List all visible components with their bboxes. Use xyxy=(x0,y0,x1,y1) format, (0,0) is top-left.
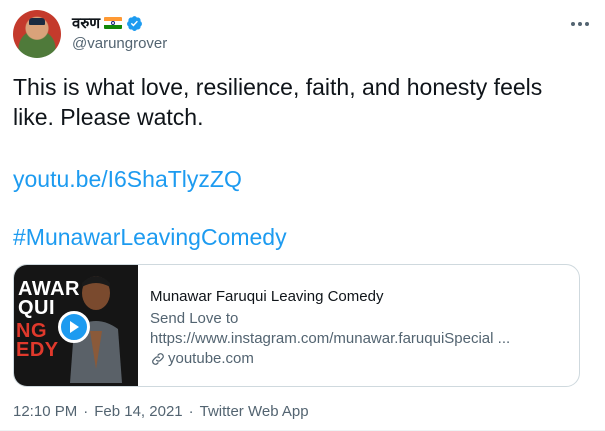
tweet-hashtag[interactable]: #MunawarLeavingComedy xyxy=(13,224,287,251)
display-name-row: वरुण xyxy=(72,13,167,33)
tweet-time[interactable]: 12:10 PM xyxy=(13,403,77,420)
india-flag-icon xyxy=(104,17,123,29)
card-domain-row: youtube.com xyxy=(150,349,570,369)
thumb-text-2: QUI xyxy=(18,297,56,319)
meta-separator: · xyxy=(83,403,89,420)
link-card[interactable]: AWAR QUI NG EDY Munawar Faruqui Leaving … xyxy=(13,264,580,387)
card-description-1: Send Love to xyxy=(150,310,239,327)
avatar[interactable] xyxy=(13,10,61,58)
tweet-text: This is what love, resilience, faith, an… xyxy=(13,72,593,132)
play-icon[interactable] xyxy=(58,311,90,343)
tweet-text-line-2: like. Please watch. xyxy=(13,104,204,130)
card-description-2: https://www.instagram.com/munawar.faruqu… xyxy=(150,330,511,347)
more-options-icon[interactable] xyxy=(565,12,595,36)
tweet-source[interactable]: Twitter Web App xyxy=(200,403,309,420)
thumb-text-3: NG xyxy=(16,320,47,342)
display-name[interactable]: वरुण xyxy=(72,13,100,33)
author-names: वरुण @varungrover xyxy=(72,13,167,52)
link-icon xyxy=(152,353,164,365)
thumb-text-4: EDY xyxy=(16,339,59,361)
card-body: Munawar Faruqui Leaving Comedy Send Love… xyxy=(150,287,570,369)
card-thumbnail: AWAR QUI NG EDY xyxy=(14,265,138,386)
meta-separator-2: · xyxy=(188,403,194,420)
tweet-link[interactable]: youtu.be/I6ShaTlyzZQ xyxy=(13,166,242,193)
tweet-header: वरुण @varungrover xyxy=(13,10,595,58)
tweet-meta: 12:10 PM · Feb 14, 2021 · Twitter Web Ap… xyxy=(13,403,309,420)
card-title: Munawar Faruqui Leaving Comedy xyxy=(150,288,384,305)
tweet-date[interactable]: Feb 14, 2021 xyxy=(94,403,182,420)
verified-badge-icon xyxy=(127,15,143,31)
tweet-text-line-1: This is what love, resilience, faith, an… xyxy=(13,74,543,100)
card-domain: youtube.com xyxy=(168,350,254,367)
author-handle[interactable]: @varungrover xyxy=(72,35,167,52)
